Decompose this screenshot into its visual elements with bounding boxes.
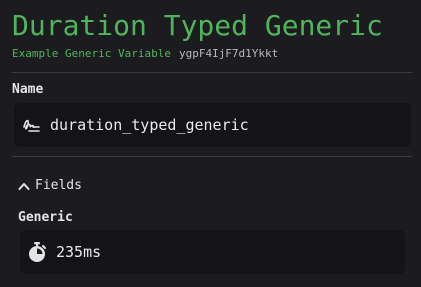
fields-toggle-label: Fields	[35, 178, 82, 193]
fields-toggle[interactable]: Fields	[18, 176, 82, 195]
type-label: Example Generic Variable	[12, 47, 171, 60]
generic-value: 235ms	[56, 243, 102, 261]
name-value: duration_typed_generic	[50, 116, 249, 134]
page-title: Duration Typed Generic	[12, 9, 383, 42]
stopwatch-icon	[26, 241, 48, 263]
chevron-up-icon	[18, 176, 30, 195]
signature-icon	[20, 114, 42, 136]
generic-label: Generic	[18, 210, 73, 225]
subtitle: Example Generic Variable ygpF4IjF7d1Ykkt	[12, 46, 412, 62]
name-label: Name	[12, 82, 44, 97]
name-value-box: duration_typed_generic	[14, 103, 411, 147]
item-id: ygpF4IjF7d1Ykkt	[178, 47, 279, 60]
header-divider	[12, 72, 412, 73]
page-header: Duration Typed Generic Example Generic V…	[12, 6, 412, 62]
generic-value-box: 235ms	[20, 230, 405, 274]
name-divider	[12, 156, 412, 157]
